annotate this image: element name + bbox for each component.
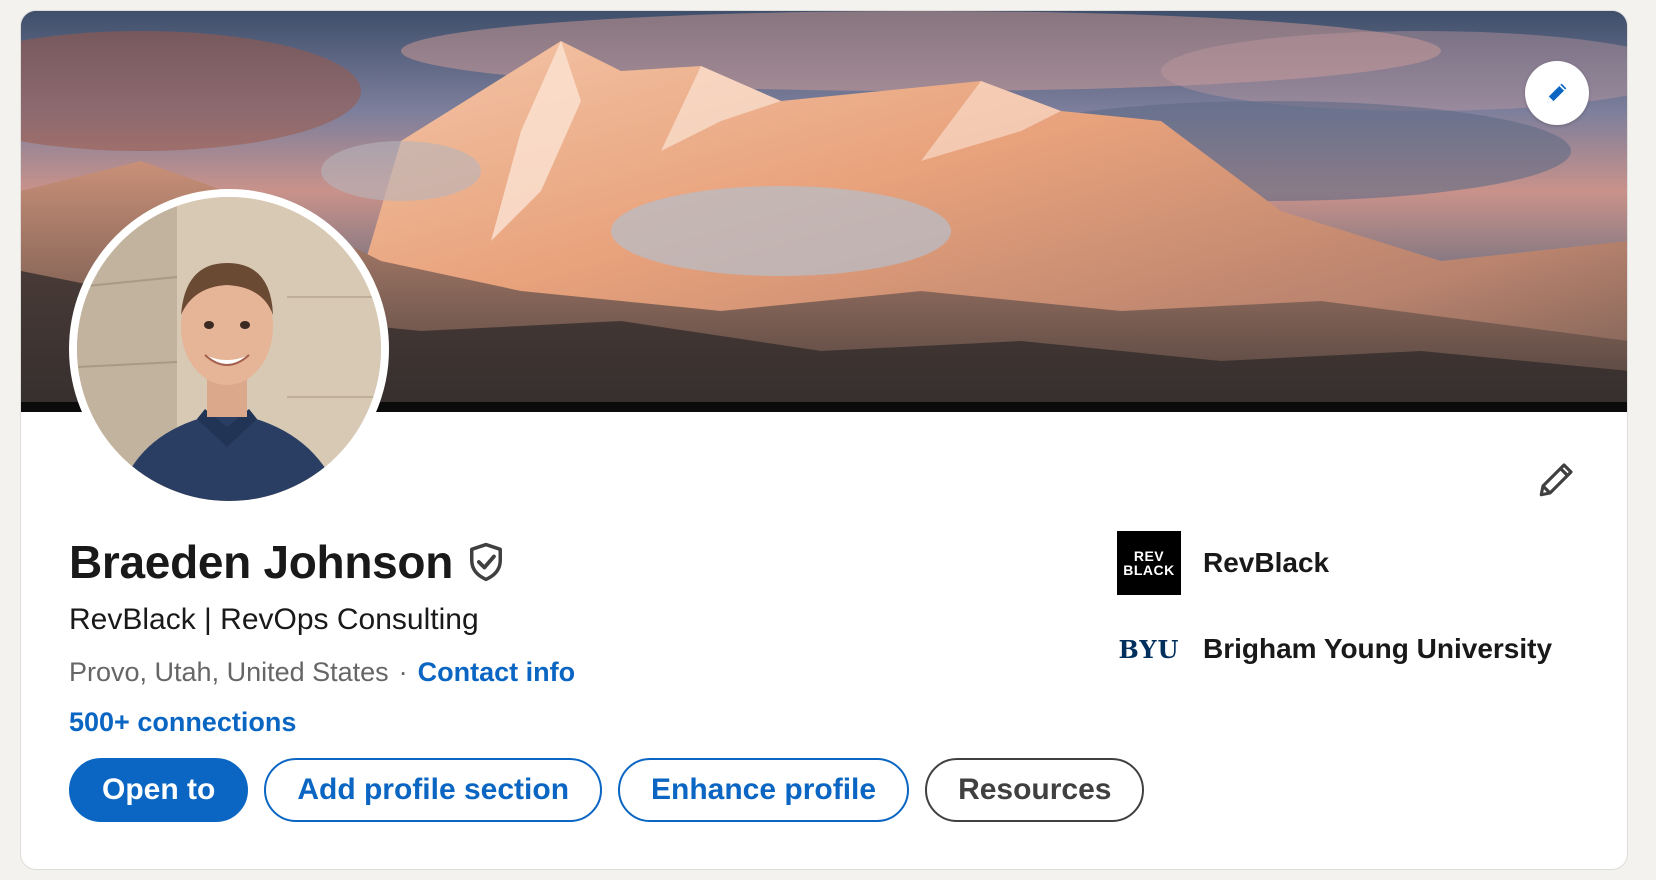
profile-card: Braeden Johnson RevBlack | RevOps Consul… bbox=[20, 10, 1628, 870]
profile-actions: Open to Add profile section Enhance prof… bbox=[69, 758, 1145, 822]
byu-logo: BYU bbox=[1118, 634, 1180, 664]
separator-dot: · bbox=[398, 657, 408, 687]
connections-row: 500+ connections bbox=[69, 707, 296, 738]
profile-headline: RevBlack | RevOps Consulting bbox=[69, 603, 479, 636]
connections-link[interactable]: 500+ connections bbox=[69, 707, 296, 737]
pencil-outline-icon bbox=[1539, 463, 1573, 497]
location-row: Provo, Utah, United States · Contact inf… bbox=[69, 657, 575, 688]
revblack-logo: REV BLACK bbox=[1117, 531, 1181, 595]
profile-location: Provo, Utah, United States bbox=[69, 657, 389, 687]
name-row: Braeden Johnson bbox=[69, 535, 505, 589]
school-name: Brigham Young University bbox=[1203, 633, 1553, 664]
banner-edit-button[interactable] bbox=[1525, 61, 1589, 125]
verification-badge[interactable] bbox=[467, 541, 505, 583]
revblack-logo-line1: REV bbox=[1133, 548, 1165, 564]
profile-photo[interactable] bbox=[69, 189, 389, 509]
company-name: RevBlack bbox=[1203, 547, 1330, 578]
pencil-icon bbox=[1547, 83, 1567, 103]
open-to-button[interactable]: Open to bbox=[69, 758, 249, 822]
contact-info-link[interactable]: Contact info bbox=[418, 657, 575, 688]
profile-photo-image bbox=[77, 197, 381, 501]
current-company-revblack[interactable]: REV BLACK RevBlack bbox=[1117, 531, 1329, 595]
verified-shield-icon bbox=[470, 542, 503, 582]
resources-button[interactable]: Resources bbox=[925, 758, 1145, 822]
enhance-profile-button[interactable]: Enhance profile bbox=[618, 758, 910, 822]
add-profile-section-button[interactable]: Add profile section bbox=[264, 758, 603, 822]
intro-edit-button[interactable] bbox=[1529, 451, 1585, 507]
revblack-logo-line2: BLACK bbox=[1123, 562, 1175, 578]
profile-name: Braeden Johnson bbox=[69, 536, 454, 588]
education-byu[interactable]: BYU Brigham Young University bbox=[1117, 629, 1553, 669]
